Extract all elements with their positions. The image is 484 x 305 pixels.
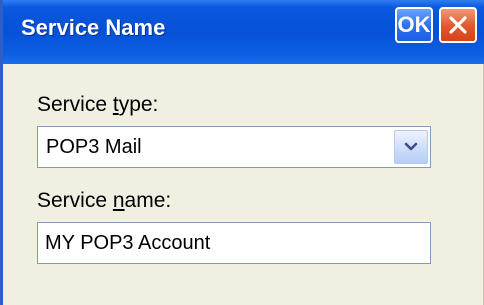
service-name-label-prefix: Service — [37, 189, 113, 212]
service-name-label-accelerator: n — [112, 189, 125, 212]
service-type-label-prefix: Service — [37, 93, 113, 116]
window-title: Service Name — [21, 15, 166, 40]
title-bar[interactable]: Service Name OK — [3, 0, 484, 64]
service-type-label: Service type: — [37, 93, 158, 117]
ok-button[interactable]: OK — [395, 7, 433, 43]
close-button[interactable] — [439, 7, 477, 43]
service-type-label-suffix: ype: — [118, 93, 159, 116]
service-name-dialog: Service Name OK Service type: POP3 Mail … — [0, 0, 484, 305]
service-type-dropdown-button[interactable] — [394, 130, 428, 164]
service-type-select[interactable]: POP3 Mail — [37, 126, 431, 168]
close-icon — [449, 16, 467, 34]
service-name-input[interactable] — [37, 222, 431, 264]
service-name-label-suffix: ame: — [124, 189, 172, 212]
service-type-selected-value: POP3 Mail — [46, 136, 142, 158]
service-name-label: Service name: — [37, 189, 171, 213]
chevron-down-icon — [404, 142, 418, 151]
